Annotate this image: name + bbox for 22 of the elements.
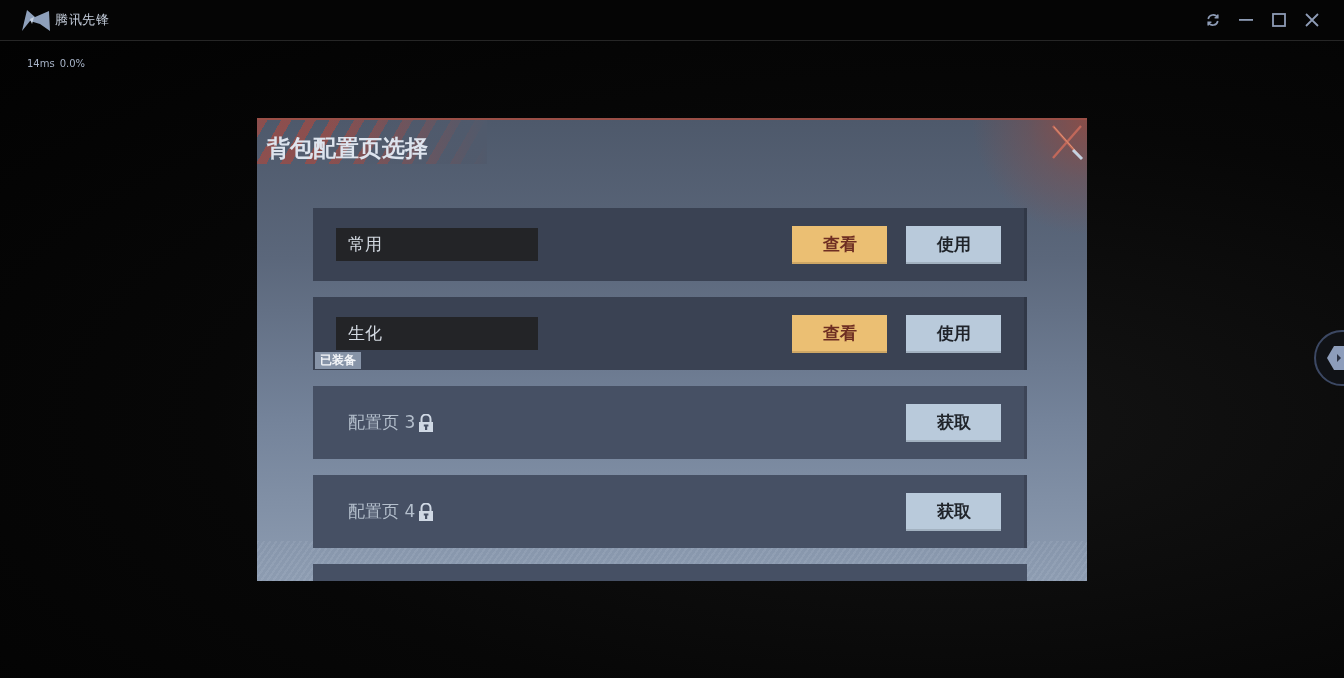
page-name: 配置页 4 — [348, 500, 416, 523]
refresh-icon[interactable] — [1206, 13, 1220, 27]
page-name: 配置页 3 — [348, 411, 416, 434]
logo-icon — [22, 9, 50, 31]
view-button[interactable]: 查看 — [792, 225, 887, 264]
get-button[interactable]: 获取 — [906, 492, 1001, 531]
logo-text: 腾讯先锋 — [55, 11, 109, 29]
name-field[interactable]: 生化 — [336, 317, 538, 350]
use-button[interactable]: 使用 — [906, 225, 1001, 264]
view-button[interactable]: 查看 — [792, 314, 887, 353]
equipped-badge: 已装备 — [315, 352, 361, 369]
maximize-icon[interactable] — [1272, 13, 1286, 27]
packet-loss-text: 0.0% — [59, 58, 86, 70]
lock-icon — [418, 413, 435, 432]
close-icon[interactable] — [1305, 13, 1319, 27]
lock-icon — [418, 502, 435, 521]
dialog-title: 背包配置页选择 — [266, 134, 428, 163]
latency-text: 14ms — [27, 58, 55, 70]
get-button[interactable]: 获取 — [906, 403, 1001, 442]
hexagon-button-icon[interactable] — [1313, 330, 1344, 386]
use-button[interactable]: 使用 — [906, 314, 1001, 353]
name-field[interactable]: 常用 — [336, 228, 538, 261]
